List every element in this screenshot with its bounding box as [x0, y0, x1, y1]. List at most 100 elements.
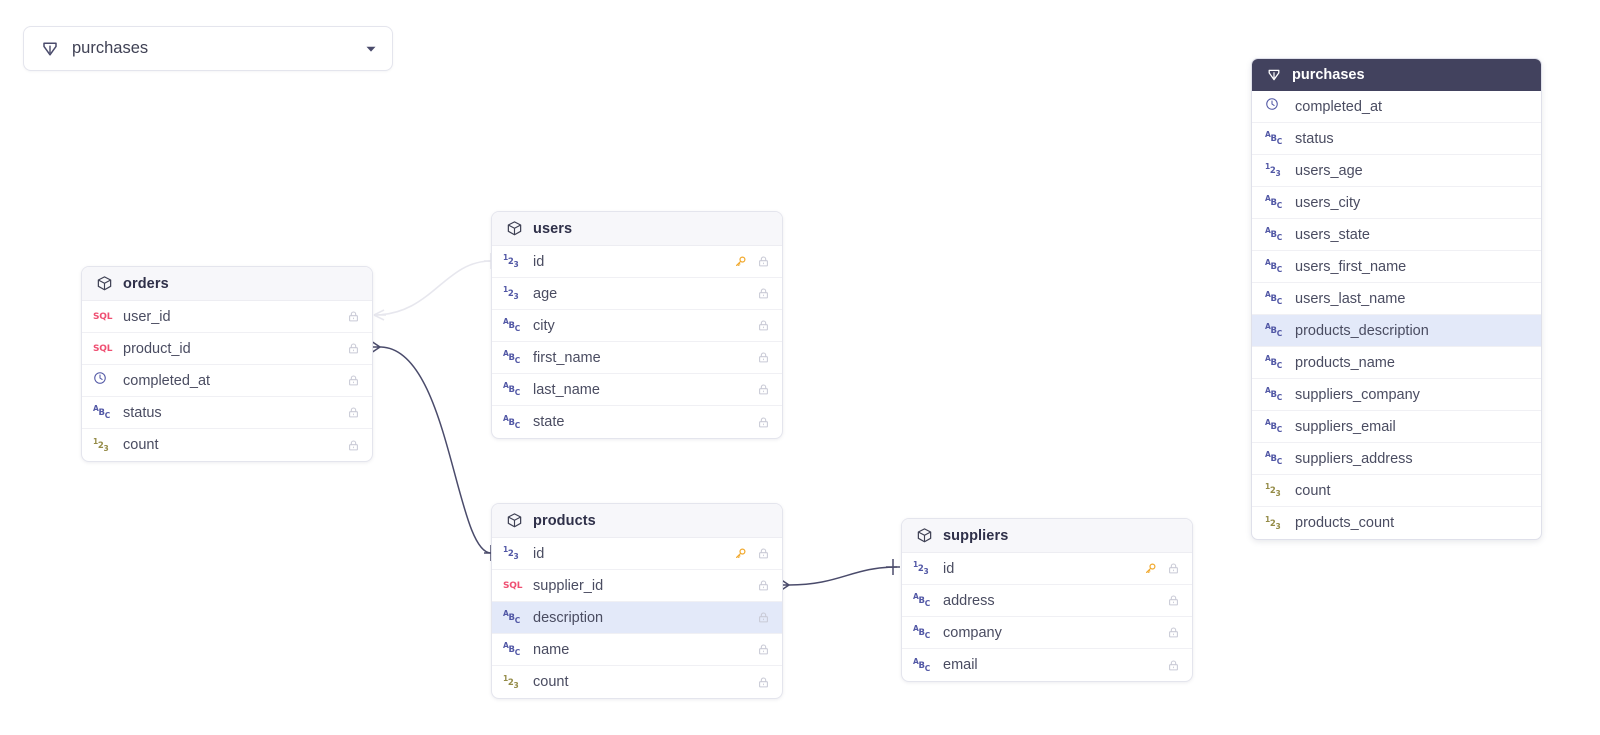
- field-badges: [756, 611, 770, 625]
- field-type-icon-wrap: ABC: [913, 593, 934, 607]
- table-card-products[interactable]: products 123 id SQL supplier_id ABC descriptio…: [491, 503, 783, 699]
- panel-field-row[interactable]: ABC users_state: [1252, 219, 1541, 251]
- field-type-icon-wrap: ABC: [1265, 323, 1286, 337]
- table-card-header[interactable]: orders: [82, 267, 372, 301]
- lock-icon[interactable]: [756, 547, 770, 561]
- table-field-row[interactable]: ABC city: [492, 310, 782, 342]
- table-field-row[interactable]: 123 id: [492, 538, 782, 570]
- field-badges: [756, 675, 770, 689]
- field-badges: [346, 342, 360, 356]
- model-fields-panel-header: purchases: [1252, 59, 1541, 91]
- string-type-icon: ABC: [503, 317, 520, 334]
- panel-field-row[interactable]: ABC status: [1252, 123, 1541, 155]
- table-card-orders[interactable]: orders SQL user_id SQL product_id completed_a…: [81, 266, 373, 462]
- table-card-users[interactable]: users 123 id 123 age ABC city ABC first_name ABC l…: [491, 211, 783, 439]
- table-field-row[interactable]: 123 age: [492, 278, 782, 310]
- metric-type-icon: 123: [1265, 482, 1281, 499]
- table-field-row[interactable]: ABC company: [902, 617, 1192, 649]
- field-type-icon-wrap: ABC: [1265, 291, 1286, 305]
- lock-icon[interactable]: [756, 319, 770, 333]
- table-field-row[interactable]: ABC description: [492, 602, 782, 634]
- panel-field-row[interactable]: ABC products_description: [1252, 315, 1541, 347]
- table-field-row[interactable]: 123 count: [492, 666, 782, 698]
- number-type-icon: 123: [503, 253, 519, 270]
- table-field-row[interactable]: 123 id: [492, 246, 782, 278]
- table-field-row[interactable]: ABC first_name: [492, 342, 782, 374]
- table-card-header[interactable]: products: [492, 504, 782, 538]
- table-field-row[interactable]: 123 count: [82, 429, 372, 461]
- lock-icon[interactable]: [1166, 562, 1180, 576]
- string-type-icon: ABC: [1265, 386, 1282, 403]
- table-field-row[interactable]: ABC address: [902, 585, 1192, 617]
- field-type-icon-wrap: 123: [503, 254, 524, 268]
- panel-field-row[interactable]: 123 products_count: [1252, 507, 1541, 539]
- panel-field-row[interactable]: 123 users_age: [1252, 155, 1541, 187]
- lock-icon[interactable]: [756, 287, 770, 301]
- lock-icon[interactable]: [346, 310, 360, 324]
- lock-icon[interactable]: [1166, 594, 1180, 608]
- field-badges: [1166, 626, 1180, 640]
- panel-field-row[interactable]: ABC users_first_name: [1252, 251, 1541, 283]
- panel-field-row[interactable]: completed_at: [1252, 91, 1541, 123]
- lock-icon[interactable]: [756, 383, 770, 397]
- table-field-row[interactable]: SQL supplier_id: [492, 570, 782, 602]
- table-field-row[interactable]: ABC state: [492, 406, 782, 438]
- string-type-icon: ABC: [1265, 418, 1282, 435]
- cube-icon: [96, 275, 113, 292]
- string-type-icon: ABC: [913, 656, 930, 673]
- table-field-row[interactable]: ABC email: [902, 649, 1192, 681]
- lock-icon[interactable]: [346, 342, 360, 356]
- panel-field-row[interactable]: ABC suppliers_company: [1252, 379, 1541, 411]
- table-field-row[interactable]: SQL user_id: [82, 301, 372, 333]
- table-field-row[interactable]: SQL product_id: [82, 333, 372, 365]
- table-card-header[interactable]: suppliers: [902, 519, 1192, 553]
- lock-icon[interactable]: [1166, 626, 1180, 640]
- field-badges: [346, 406, 360, 420]
- chevron-down-icon[interactable]: [364, 42, 378, 56]
- field-name: description: [533, 609, 604, 626]
- cube-icon: [506, 220, 523, 237]
- panel-field-row[interactable]: ABC users_last_name: [1252, 283, 1541, 315]
- sql-type-icon: SQL: [503, 580, 523, 591]
- panel-field-row[interactable]: ABC suppliers_address: [1252, 443, 1541, 475]
- field-name: users_state: [1295, 226, 1370, 243]
- table-card-header[interactable]: users: [492, 212, 782, 246]
- table-card-suppliers[interactable]: suppliers 123 id ABC address ABC company ABC ema…: [901, 518, 1193, 682]
- table-name: suppliers: [943, 527, 1009, 544]
- table-field-row[interactable]: ABC status: [82, 397, 372, 429]
- edge-orders-products: [369, 340, 498, 561]
- table-field-row[interactable]: ABC name: [492, 634, 782, 666]
- number-type-icon: 123: [1265, 162, 1281, 179]
- lock-icon[interactable]: [756, 579, 770, 593]
- lock-icon[interactable]: [756, 351, 770, 365]
- data-model-canvas: purchases orders SQL user_id SQL product…: [0, 0, 1600, 735]
- metric-type-icon: 123: [93, 436, 109, 453]
- field-type-icon-wrap: ABC: [1265, 259, 1286, 273]
- lock-icon[interactable]: [756, 255, 770, 269]
- field-type-icon-wrap: [1265, 97, 1286, 116]
- table-name: users: [533, 220, 573, 237]
- lock-icon[interactable]: [346, 406, 360, 420]
- lock-icon[interactable]: [346, 374, 360, 388]
- lock-icon[interactable]: [756, 643, 770, 657]
- lock-icon[interactable]: [756, 611, 770, 625]
- field-type-icon-wrap: ABC: [913, 658, 934, 672]
- table-field-row[interactable]: completed_at: [82, 365, 372, 397]
- lock-icon[interactable]: [1166, 658, 1180, 672]
- panel-field-row[interactable]: ABC products_name: [1252, 347, 1541, 379]
- field-type-icon-wrap: ABC: [503, 415, 524, 429]
- field-name: id: [533, 545, 545, 562]
- field-name: users_first_name: [1295, 258, 1407, 275]
- panel-field-row[interactable]: ABC suppliers_email: [1252, 411, 1541, 443]
- model-picker-dropdown[interactable]: purchases: [23, 26, 393, 71]
- panel-field-row[interactable]: 123 count: [1252, 475, 1541, 507]
- table-field-row[interactable]: 123 id: [902, 553, 1192, 585]
- primary-key-icon: [733, 255, 747, 269]
- lock-icon[interactable]: [346, 438, 360, 452]
- panel-field-row[interactable]: ABC users_city: [1252, 187, 1541, 219]
- field-type-icon-wrap: SQL: [93, 344, 114, 354]
- lock-icon[interactable]: [756, 415, 770, 429]
- table-field-row[interactable]: ABC last_name: [492, 374, 782, 406]
- field-name: products_name: [1295, 354, 1395, 371]
- lock-icon[interactable]: [756, 675, 770, 689]
